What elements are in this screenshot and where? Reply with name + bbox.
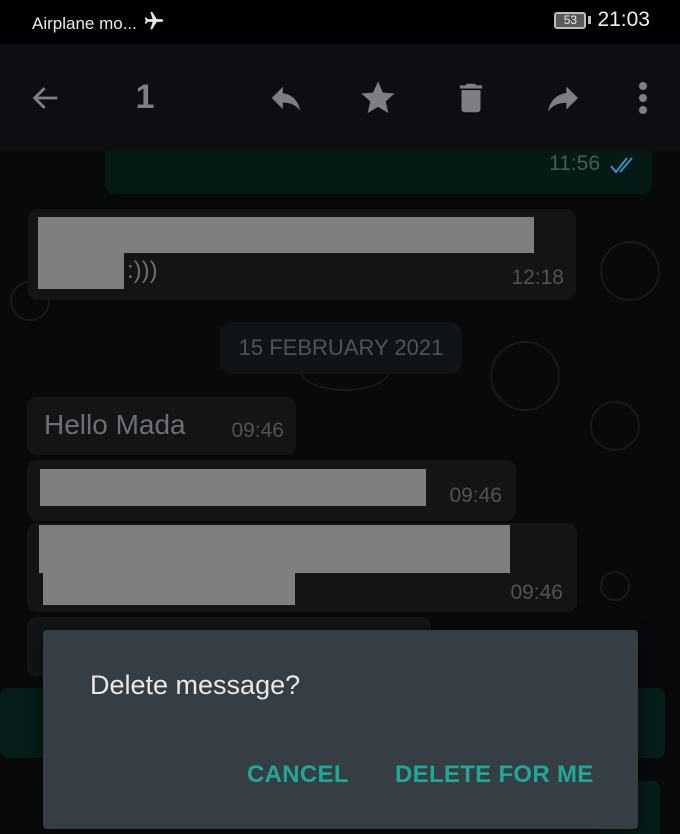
delete-for-me-button[interactable]: DELETE FOR ME [395, 761, 594, 789]
date-separator: 15 FEBRUARY 2021 [220, 322, 462, 374]
redacted-text [38, 253, 124, 289]
airplane-icon [143, 10, 165, 37]
wallpaper-doodle [600, 571, 630, 601]
message-bubble-incoming[interactable]: 09:46 [27, 460, 516, 521]
more-vertical-icon [639, 81, 647, 114]
redacted-text [39, 525, 510, 573]
network-status-label: Airplane mo... [32, 13, 137, 33]
reply-icon [271, 86, 301, 111]
battery-tip [588, 16, 592, 24]
wallpaper-doodle [590, 401, 640, 451]
back-button[interactable] [22, 44, 70, 151]
more-options-button[interactable] [628, 44, 658, 151]
forward-icon [548, 85, 578, 111]
redacted-text [38, 217, 534, 253]
redacted-text [43, 573, 295, 605]
message-time: 09:46 [231, 419, 284, 442]
message-time: 09:46 [510, 581, 563, 604]
status-bar: Airplane mo... 53 21:03 [0, 0, 680, 44]
star-button[interactable] [354, 44, 402, 151]
read-ticks-icon [610, 157, 633, 174]
dialog-title: Delete message? [90, 670, 301, 700]
wallpaper-doodle [490, 341, 560, 411]
message-text: :))) [127, 257, 158, 284]
cancel-button[interactable]: CANCEL [247, 761, 349, 789]
message-bubble-outgoing[interactable]: 11:56 [105, 151, 652, 194]
star-icon [361, 80, 395, 113]
trash-icon [459, 83, 483, 112]
message-bubble-incoming[interactable]: Hello Mada 09:46 [27, 397, 296, 455]
reply-button[interactable] [262, 44, 310, 151]
selected-count: 1 [135, 78, 155, 116]
redacted-text [40, 469, 426, 506]
message-time: 09:46 [449, 484, 502, 507]
battery-level: 53 [554, 11, 587, 29]
status-clock: 21:03 [597, 8, 650, 31]
message-time: 11:56 [549, 152, 600, 175]
wallpaper-doodle [600, 241, 660, 301]
forward-button[interactable] [539, 44, 587, 151]
message-bubble-incoming[interactable]: 09:46 [27, 523, 577, 612]
message-text: Hello Mada [44, 409, 186, 440]
message-time: 12:18 [511, 266, 564, 289]
arrow-left-icon [32, 86, 58, 109]
message-bubble-incoming[interactable]: :))) 12:18 [28, 209, 576, 300]
delete-button[interactable] [447, 44, 495, 151]
delete-message-dialog: Delete message? CANCEL DELETE FOR ME [43, 630, 638, 829]
battery-indicator: 53 [554, 11, 592, 29]
selection-action-bar: 1 [0, 44, 680, 151]
